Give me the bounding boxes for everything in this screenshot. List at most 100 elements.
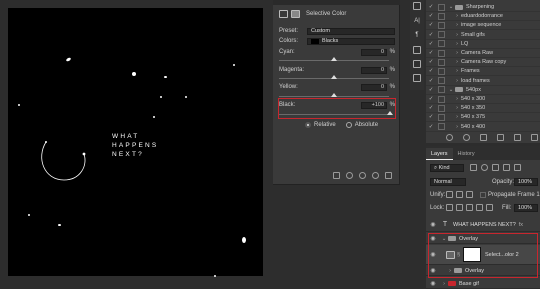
yellow-slider-thumb[interactable]: [331, 93, 337, 97]
action-row[interactable]: ✓ › 540 x 350: [426, 104, 540, 114]
action-row[interactable]: ✓ › LQ: [426, 40, 540, 49]
filter-kind-select[interactable]: ⌕ Kind: [430, 164, 464, 172]
chevron-right-icon[interactable]: ›: [453, 68, 461, 74]
dialog-toggle-box[interactable]: [438, 21, 445, 29]
relative-radio-circle[interactable]: [305, 122, 311, 128]
dialog-toggle-box[interactable]: [438, 86, 445, 94]
reset-icon[interactable]: [359, 172, 366, 179]
yellow-slider[interactable]: [279, 93, 389, 97]
action-row[interactable]: ✓ › 540 x 400: [426, 123, 540, 132]
chevron-right-icon[interactable]: ›: [440, 281, 448, 287]
action-set-row[interactable]: ✓ ⌄ Sharpening: [426, 3, 540, 12]
yellow-value[interactable]: 0: [361, 83, 387, 91]
chevron-right-icon[interactable]: ›: [453, 124, 461, 130]
unify-position-icon[interactable]: [446, 191, 453, 198]
dialog-toggle-box[interactable]: [438, 49, 445, 57]
new-set-icon[interactable]: [497, 134, 504, 141]
dialog-toggle-box[interactable]: [438, 113, 445, 121]
view-previous-icon[interactable]: [346, 172, 353, 179]
glyphs-icon[interactable]: [413, 46, 421, 54]
action-row[interactable]: ✓ › image sequence: [426, 21, 540, 31]
visibility-eye-icon[interactable]: ◉: [426, 221, 440, 228]
check-icon[interactable]: ✓: [426, 59, 436, 65]
mask-icon[interactable]: [291, 10, 300, 18]
propagate-checkbox-box[interactable]: [480, 192, 486, 198]
properties-tab[interactable]: [273, 0, 400, 5]
relative-radio[interactable]: Relative: [305, 122, 336, 128]
dialog-toggle-box[interactable]: [438, 40, 445, 48]
paragraph-icon[interactable]: ¶: [413, 32, 421, 40]
check-icon[interactable]: ✓: [426, 96, 436, 102]
chevron-right-icon[interactable]: ›: [453, 105, 461, 111]
filter-pixel-icon[interactable]: [470, 164, 477, 171]
dialog-toggle-box[interactable]: [438, 58, 445, 66]
cyan-value[interactable]: 0: [361, 48, 387, 56]
chevron-right-icon[interactable]: ›: [453, 96, 461, 102]
check-icon[interactable]: ✓: [426, 68, 436, 74]
absolute-radio-circle[interactable]: [345, 122, 352, 128]
check-icon[interactable]: ✓: [426, 13, 436, 19]
action-row[interactable]: ✓ › eduardodorrance: [426, 12, 540, 22]
magenta-slider[interactable]: [279, 75, 389, 79]
action-row[interactable]: ✓ › Camera Raw copy: [426, 58, 540, 68]
play-icon[interactable]: [480, 134, 487, 141]
dialog-toggle-box[interactable]: [438, 31, 445, 39]
stop-icon[interactable]: [446, 134, 453, 141]
chevron-right-icon[interactable]: ›: [453, 78, 461, 84]
lock-transparent-icon[interactable]: [446, 204, 453, 211]
check-icon[interactable]: ✓: [426, 105, 436, 111]
check-icon[interactable]: ✓: [426, 32, 436, 38]
unify-visibility-icon[interactable]: [456, 191, 463, 198]
opacity-field[interactable]: 100%: [514, 178, 538, 186]
filter-shape-icon[interactable]: [503, 164, 510, 171]
unify-style-icon[interactable]: [466, 191, 473, 198]
lock-image-icon[interactable]: [456, 204, 463, 211]
action-row[interactable]: ✓ › Frames: [426, 67, 540, 77]
trash-icon[interactable]: [385, 172, 392, 179]
dialog-toggle-box[interactable]: [438, 95, 445, 103]
magenta-slider-thumb[interactable]: [331, 75, 337, 79]
colors-select[interactable]: Blacks: [307, 37, 395, 45]
cyan-slider-thumb[interactable]: [331, 57, 337, 61]
dialog-toggle-box[interactable]: [438, 3, 445, 11]
blend-mode-select[interactable]: Normal: [430, 178, 466, 186]
visibility-eye-icon[interactable]: [372, 172, 379, 179]
dialog-toggle-box[interactable]: [438, 123, 445, 131]
check-icon[interactable]: ✓: [426, 87, 436, 93]
check-icon[interactable]: ✓: [426, 4, 436, 10]
dialog-toggle-box[interactable]: [438, 12, 445, 20]
check-icon[interactable]: ✓: [426, 78, 436, 84]
check-icon[interactable]: ✓: [426, 114, 436, 120]
filter-type-icon[interactable]: [492, 164, 499, 171]
chevron-right-icon[interactable]: ›: [453, 41, 461, 47]
dialog-toggle-box[interactable]: [438, 67, 445, 75]
check-icon[interactable]: ✓: [426, 50, 436, 56]
action-row[interactable]: ✓ › 540 x 300: [426, 95, 540, 104]
chevron-down-icon[interactable]: ⌄: [447, 4, 455, 10]
chevron-down-icon[interactable]: ⌄: [447, 87, 455, 93]
trash-icon[interactable]: [531, 134, 538, 141]
chevron-right-icon[interactable]: ›: [453, 22, 461, 28]
record-icon[interactable]: [463, 134, 470, 141]
action-set-row[interactable]: ✓ ⌄ 540px: [426, 86, 540, 95]
propagate-frame-checkbox[interactable]: Propagate Frame 1: [480, 192, 540, 198]
chevron-right-icon[interactable]: ›: [453, 32, 461, 38]
magenta-value[interactable]: 0: [361, 66, 387, 74]
action-row[interactable]: ✓ › Camera Raw: [426, 49, 540, 58]
swatches-icon[interactable]: [413, 60, 421, 68]
dialog-toggle-box[interactable]: [438, 104, 445, 112]
adjust-icon[interactable]: [413, 2, 421, 10]
chevron-right-icon[interactable]: ›: [453, 59, 461, 65]
clip-to-layer-icon[interactable]: [333, 172, 340, 179]
visibility-eye-icon[interactable]: ◉: [426, 280, 440, 287]
filter-smart-icon[interactable]: [514, 164, 521, 171]
cyan-slider[interactable]: [279, 57, 389, 61]
document-canvas[interactable]: WHAT HAPPENS NEXT?: [8, 8, 263, 277]
absolute-radio[interactable]: Absolute: [345, 122, 378, 128]
check-icon[interactable]: ✓: [426, 22, 436, 28]
layer-row[interactable]: ◉ T WHAT HAPPENS NEXT? fx: [426, 218, 540, 232]
dialog-toggle-box[interactable]: [438, 77, 445, 85]
check-icon[interactable]: ✓: [426, 124, 436, 130]
lock-all-icon[interactable]: [486, 204, 493, 211]
libraries-icon[interactable]: [413, 74, 421, 82]
